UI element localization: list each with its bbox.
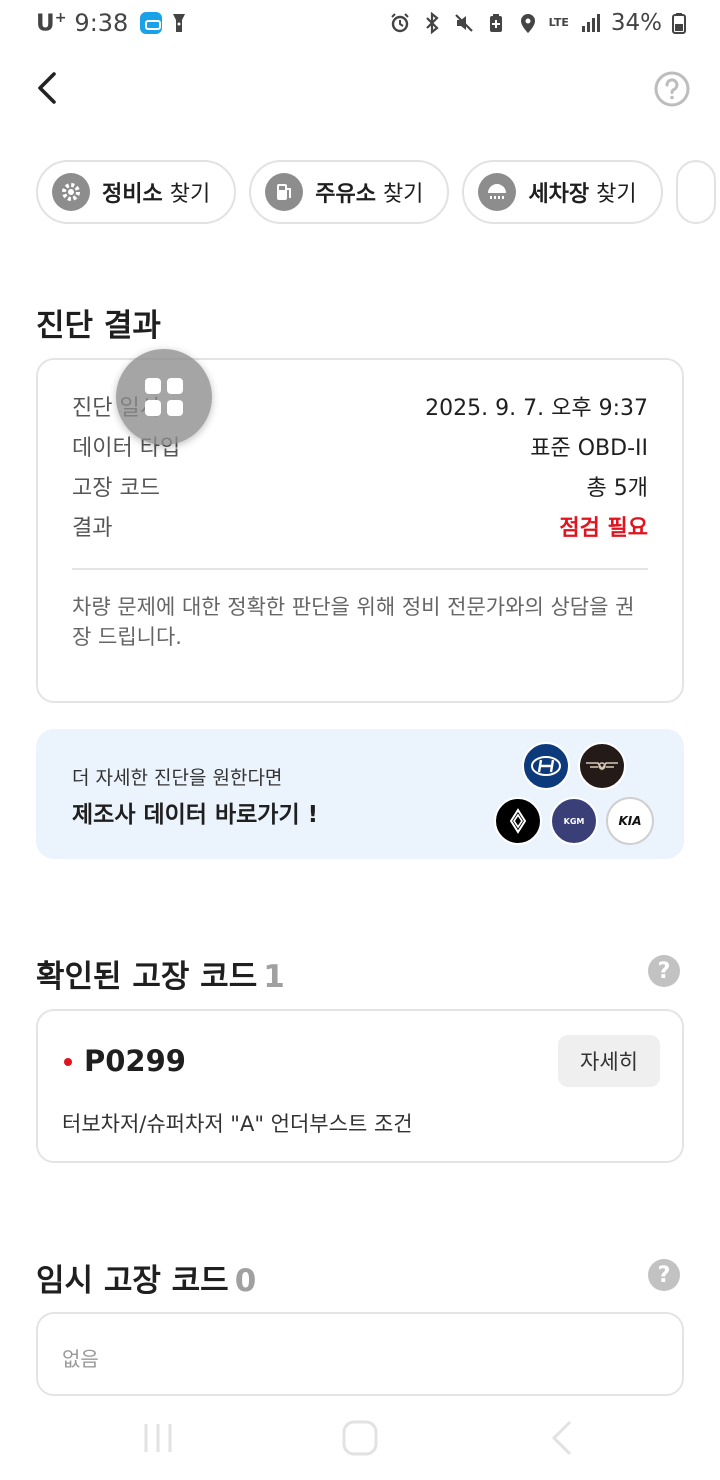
- banner-subtitle: 더 자세한 진단을 원한다면: [72, 767, 283, 789]
- battery-icon: [672, 13, 686, 34]
- back-button[interactable]: [28, 66, 68, 110]
- renault-logo: [494, 797, 542, 845]
- network-type: LTE: [548, 16, 569, 29]
- temporary-codes-card: 없음: [36, 1312, 684, 1396]
- confirmed-codes-title: 확인된 고장 코드 1: [36, 959, 285, 995]
- home-button[interactable]: [340, 1420, 380, 1456]
- battery-percent: 34%: [610, 10, 662, 36]
- kgm-logo: KGM: [550, 797, 598, 845]
- mute-icon: [454, 14, 473, 32]
- temporary-codes-help-icon[interactable]: ?: [648, 1259, 680, 1291]
- divider: [72, 568, 648, 570]
- quick-search-chips: 정비소 찾기 주유소 찾기 세차장 찾기: [36, 160, 716, 224]
- temporary-codes-count: 0: [234, 1263, 257, 1299]
- recent-apps-button[interactable]: [138, 1420, 178, 1456]
- battery-saver-icon: [489, 14, 502, 32]
- diagnosis-row: 고장 코드 총 5개: [72, 476, 648, 501]
- details-button[interactable]: 자세히: [558, 1035, 660, 1087]
- find-car-wash-chip[interactable]: 세차장 찾기: [462, 160, 663, 224]
- fuel-pump-icon: [265, 173, 304, 211]
- help-button[interactable]: [654, 71, 690, 107]
- fault-code-card: P0299 자세히 터보차저/슈퍼차저 "A" 언더부스트 조건: [36, 1009, 684, 1163]
- system-back-button[interactable]: [542, 1420, 582, 1456]
- diagnosis-note: 차량 문제에 대한 정확한 판단을 위해 정비 전문가와의 상담을 권장 드립니…: [72, 595, 635, 649]
- manufacturer-data-banner[interactable]: 더 자세한 진단을 원한다면 제조사 데이터 바로가기 ! KGM KIA: [36, 729, 684, 859]
- result-status: 점검 필요: [559, 516, 648, 541]
- diagnosis-title: 진단 결과: [36, 308, 161, 344]
- confirmed-codes-help-icon[interactable]: ?: [648, 955, 680, 987]
- alarm-icon: [390, 13, 409, 33]
- floating-menu-button[interactable]: [116, 349, 212, 445]
- system-nav-bar: [0, 1400, 720, 1480]
- fault-description: 터보차저/슈퍼차저 "A" 언더부스트 조건: [62, 1112, 413, 1136]
- flashlight-icon: [173, 14, 186, 32]
- signal-icon: [581, 14, 600, 32]
- grid-icon: [145, 378, 183, 416]
- find-gas-station-chip[interactable]: 주유소 찾기: [249, 160, 450, 224]
- banner-title: 제조사 데이터 바로가기 !: [72, 802, 319, 828]
- status-dot: [64, 1058, 72, 1066]
- fault-code: P0299: [84, 1044, 186, 1078]
- gear-icon: [52, 173, 90, 211]
- empty-text: 없음: [62, 1347, 99, 1371]
- confirmed-codes-count: 1: [263, 959, 285, 995]
- location-icon: [520, 14, 535, 33]
- kia-logo: KIA: [606, 797, 654, 845]
- status-time: 9:38: [74, 9, 129, 37]
- diagnosis-row: 결과 점검 필요: [72, 506, 648, 546]
- hyundai-logo: [522, 742, 570, 790]
- status-bar: U+ 9:38 LTE 34%: [0, 0, 720, 46]
- carrier-label: U+: [36, 9, 67, 37]
- temporary-codes-title: 임시 고장 코드 0: [36, 1263, 257, 1299]
- car-app-icon: [140, 12, 163, 34]
- genesis-logo: [578, 742, 626, 790]
- car-wash-icon: [478, 173, 517, 211]
- more-chip[interactable]: [675, 160, 716, 224]
- question-circle-icon: [654, 71, 690, 107]
- bluetooth-icon: [425, 12, 439, 34]
- find-repair-shop-chip[interactable]: 정비소 찾기: [36, 160, 237, 224]
- chevron-left-icon: [38, 72, 56, 104]
